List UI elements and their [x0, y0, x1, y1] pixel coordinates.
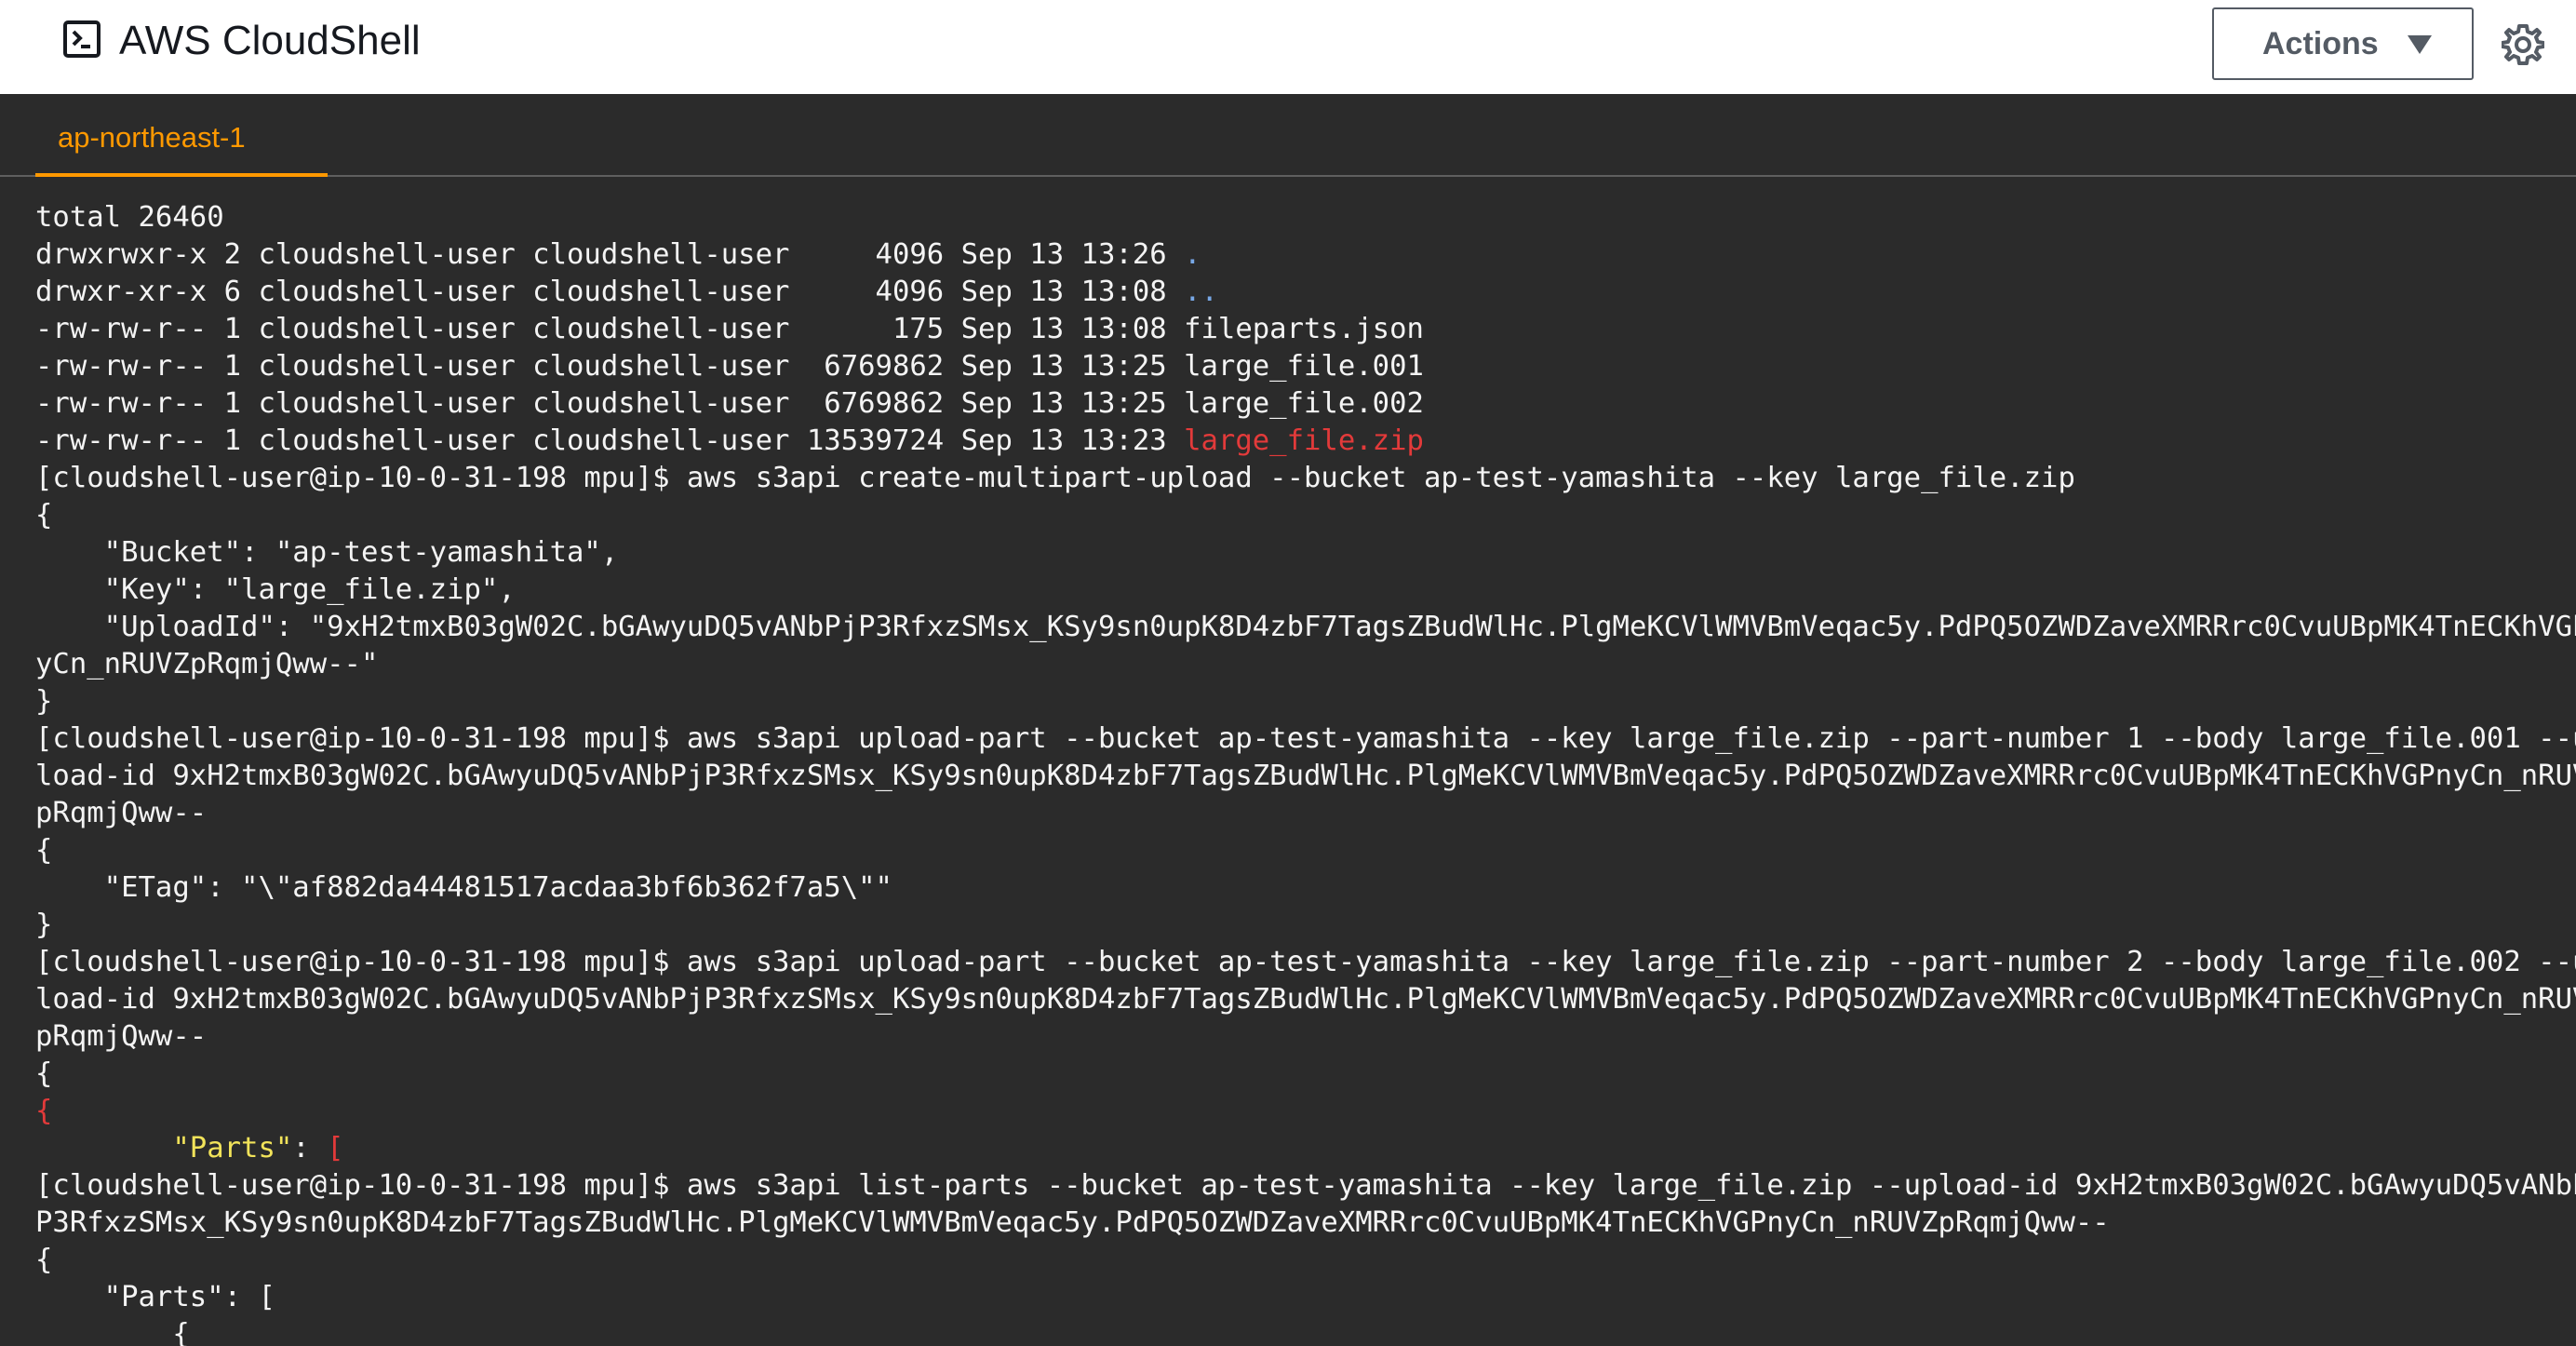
app-header: AWS CloudShell Actions	[0, 0, 2576, 94]
terminal-line: }	[35, 907, 2576, 944]
terminal-text: }	[35, 909, 53, 941]
terminal-text: "Parts"	[172, 1132, 293, 1164]
terminal-line: [cloudshell-user@ip-10-0-31-198 mpu]$ aw…	[35, 944, 2576, 981]
terminal-line: P3RfxzSMsx_KSy9sn0upK8D4zbF7TagsZBudWlHc…	[35, 1205, 2576, 1242]
terminal-line: }	[35, 683, 2576, 720]
tab-label: ap-northeast-1	[58, 121, 246, 154]
terminal-text: "Key": "large_file.zip",	[35, 573, 516, 606]
terminal-text: pRqmjQww--	[35, 1020, 208, 1053]
terminal-text: [cloudshell-user@ip-10-0-31-198 mpu]$ aw…	[35, 1169, 2576, 1202]
terminal-text: .	[1184, 238, 1201, 271]
terminal-line: {	[35, 497, 2576, 534]
terminal-line: drwxr-xr-x 6 cloudshell-user cloudshell-…	[35, 274, 2576, 311]
terminal-line: total 26460	[35, 199, 2576, 236]
terminal-text: yCn_nRUVZpRqmjQww--"	[35, 648, 379, 680]
terminal-line: "Bucket": "ap-test-yamashita",	[35, 534, 2576, 572]
gear-icon[interactable]	[2502, 23, 2544, 66]
terminal-line: pRqmjQww--	[35, 1018, 2576, 1056]
terminal-text: -rw-rw-r-- 1 cloudshell-user cloudshell-…	[35, 387, 1424, 420]
terminal-line: -rw-rw-r-- 1 cloudshell-user cloudshell-…	[35, 385, 2576, 423]
terminal-text: P3RfxzSMsx_KSy9sn0upK8D4zbF7TagsZBudWlHc…	[35, 1206, 2110, 1239]
terminal-line: [cloudshell-user@ip-10-0-31-198 mpu]$ aw…	[35, 720, 2576, 758]
terminal-text: "Parts": [	[35, 1281, 275, 1313]
session-tab-bar: ap-northeast-1	[0, 94, 2576, 179]
cloudshell-terminal-icon	[63, 20, 101, 58]
terminal-line: "UploadId": "9xH2tmxB03gW02C.bGAwyuDQ5vA…	[35, 609, 2576, 646]
terminal-line: "Parts": [	[35, 1130, 2576, 1167]
terminal-text: "ETag": "\"af882da44481517acdaa3bf6b362f…	[35, 871, 892, 904]
terminal-line: yCn_nRUVZpRqmjQww--"	[35, 646, 2576, 683]
terminal-text: total 26460	[35, 201, 224, 234]
terminal-lines: total 26460 drwxrwxr-x 2 cloudshell-user …	[35, 199, 2576, 1346]
terminal-text: {	[35, 1095, 53, 1127]
terminal-text: -rw-rw-r-- 1 cloudshell-user cloudshell-…	[35, 313, 1424, 345]
terminal-text: load-id 9xH2tmxB03gW02C.bGAwyuDQ5vANbPjP…	[35, 983, 2576, 1016]
terminal-line: -rw-rw-r-- 1 cloudshell-user cloudshell-…	[35, 423, 2576, 460]
terminal-text: drwxrwxr-x 2 cloudshell-user cloudshell-…	[35, 238, 1185, 271]
terminal-text: {	[35, 1057, 53, 1090]
terminal-text: {	[35, 1244, 53, 1276]
terminal-text: {	[35, 1318, 190, 1346]
caret-down-icon	[2408, 35, 2432, 54]
terminal-line: {	[35, 832, 2576, 869]
terminal-text: drwxr-xr-x 6 cloudshell-user cloudshell-…	[35, 276, 1185, 308]
terminal-line: "Parts": [	[35, 1279, 2576, 1316]
terminal-text: load-id 9xH2tmxB03gW02C.bGAwyuDQ5vANbPjP…	[35, 760, 2576, 792]
actions-button-label: Actions	[2262, 25, 2379, 61]
terminal-text: :	[292, 1132, 328, 1164]
terminal-line: -rw-rw-r-- 1 cloudshell-user cloudshell-…	[35, 311, 2576, 348]
terminal-line: load-id 9xH2tmxB03gW02C.bGAwyuDQ5vANbPjP…	[35, 981, 2576, 1018]
tab-ap-northeast-1[interactable]: ap-northeast-1	[35, 94, 328, 179]
terminal-text: [cloudshell-user@ip-10-0-31-198 mpu]$ aw…	[35, 462, 2075, 494]
terminal-text: -rw-rw-r-- 1 cloudshell-user cloudshell-…	[35, 350, 1424, 383]
terminal-text: [cloudshell-user@ip-10-0-31-198 mpu]$ aw…	[35, 722, 2576, 755]
terminal-text: [cloudshell-user@ip-10-0-31-198 mpu]$ aw…	[35, 946, 2576, 978]
terminal-text: {	[35, 499, 53, 532]
terminal-line: drwxrwxr-x 2 cloudshell-user cloudshell-…	[35, 236, 2576, 274]
terminal-line: [cloudshell-user@ip-10-0-31-198 mpu]$ aw…	[35, 1167, 2576, 1205]
terminal-text: }	[35, 685, 53, 718]
terminal-text: {	[35, 834, 53, 867]
terminal-line: {	[35, 1316, 2576, 1346]
terminal-line: load-id 9xH2tmxB03gW02C.bGAwyuDQ5vANbPjP…	[35, 758, 2576, 795]
terminal-output[interactable]: total 26460 drwxrwxr-x 2 cloudshell-user …	[0, 177, 2576, 1346]
terminal-line: [cloudshell-user@ip-10-0-31-198 mpu]$ aw…	[35, 460, 2576, 497]
terminal-line: {	[35, 1093, 2576, 1130]
terminal-line: "ETag": "\"af882da44481517acdaa3bf6b362f…	[35, 869, 2576, 907]
terminal-text: "Bucket": "ap-test-yamashita",	[35, 536, 619, 569]
terminal-line: -rw-rw-r-- 1 cloudshell-user cloudshell-…	[35, 348, 2576, 385]
terminal-line: {	[35, 1056, 2576, 1093]
terminal-text: [	[327, 1132, 344, 1164]
terminal-text: large_file.zip	[1184, 424, 1424, 457]
actions-button[interactable]: Actions	[2212, 7, 2474, 80]
terminal-text: ..	[1184, 276, 1218, 308]
terminal-line: "Key": "large_file.zip",	[35, 572, 2576, 609]
app-title: AWS CloudShell	[119, 18, 421, 63]
terminal-text: pRqmjQww--	[35, 797, 208, 829]
terminal-text: "UploadId": "9xH2tmxB03gW02C.bGAwyuDQ5vA…	[35, 611, 2576, 643]
terminal-text: -rw-rw-r-- 1 cloudshell-user cloudshell-…	[35, 424, 1185, 457]
terminal-line: {	[35, 1242, 2576, 1279]
terminal-line: pRqmjQww--	[35, 795, 2576, 832]
